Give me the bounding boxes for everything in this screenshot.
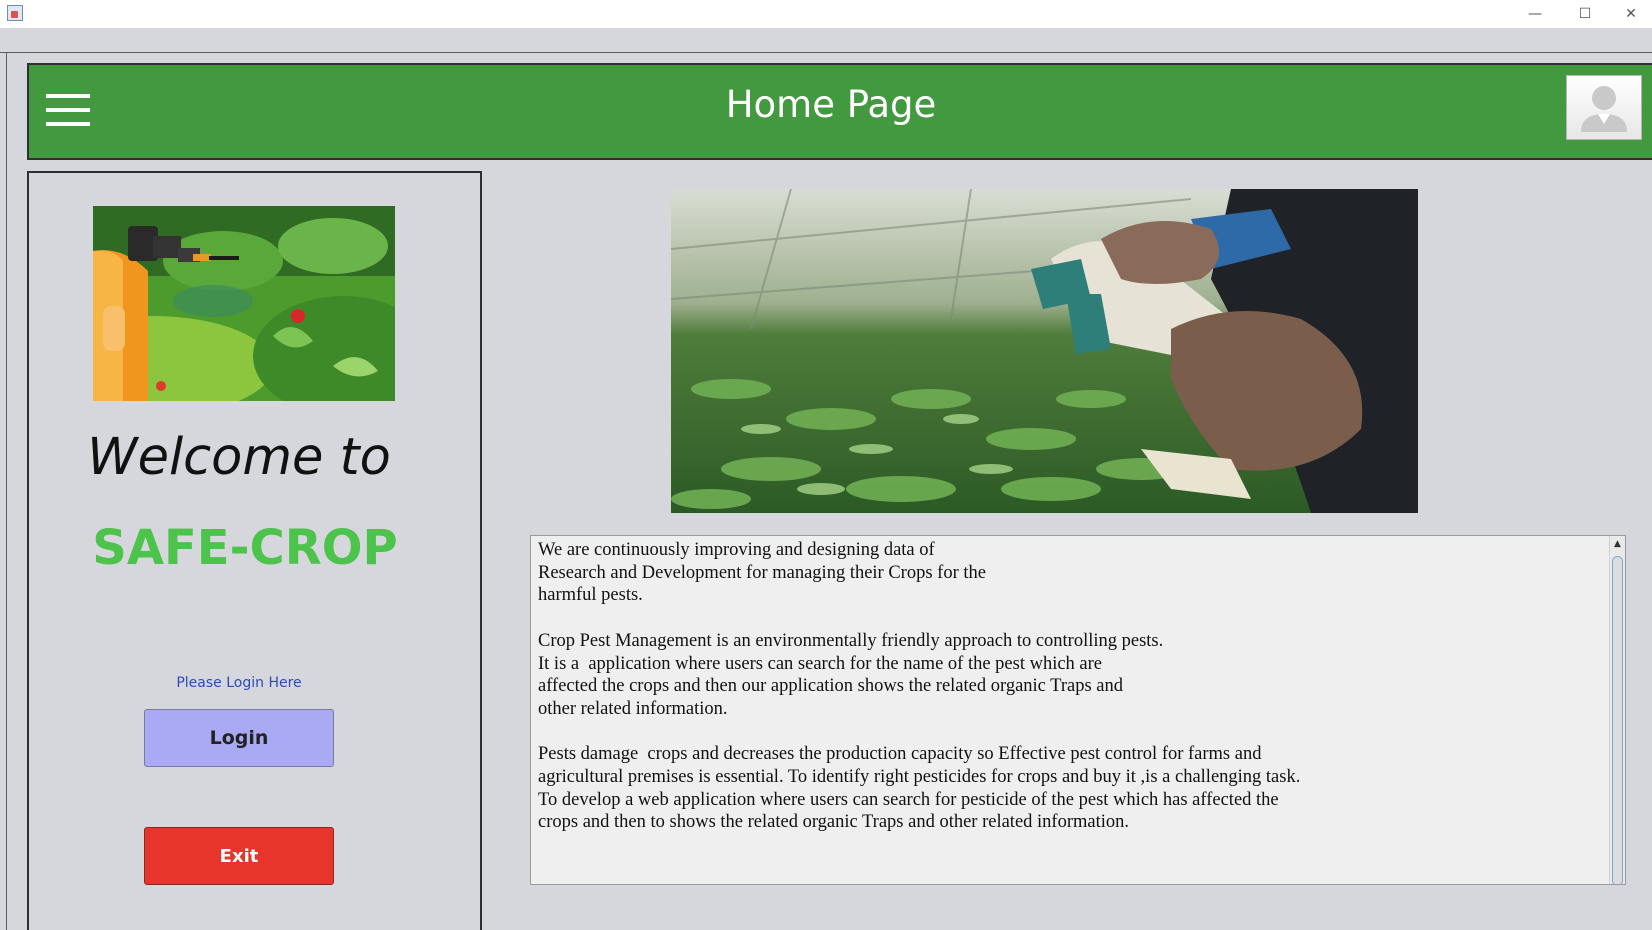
paragraph: We are continuously improving and design… xyxy=(538,539,1598,607)
text-line: agricultural premises is essential. To i… xyxy=(538,767,1301,787)
text-line: harmful pests. xyxy=(538,585,643,606)
hero-image xyxy=(671,189,1418,513)
text-line: It is a application where users can sear… xyxy=(538,653,1103,674)
login-hint-label: Please Login Here xyxy=(176,675,302,691)
user-avatar-icon[interactable] xyxy=(1566,75,1642,140)
description-textarea[interactable]: We are continuously improving and design… xyxy=(530,535,1626,885)
text-line: Research and Development for managing th… xyxy=(538,562,986,583)
welcome-panel: Welcome to SAFE-CROP Please Login Here L… xyxy=(27,171,482,930)
frame-border xyxy=(6,52,7,930)
window-menu-strip xyxy=(0,28,1652,53)
java-app-icon xyxy=(7,5,23,21)
exit-button[interactable]: Exit xyxy=(144,827,334,885)
text-line: To develop a web application where users… xyxy=(538,789,1279,810)
text-line: Crop Pest Management is an environmental… xyxy=(538,630,1164,651)
login-button[interactable]: Login xyxy=(144,709,334,767)
text-line: We are continuously improving and design… xyxy=(538,540,935,560)
text-line: other related information. xyxy=(538,698,728,719)
scrollbar-thumb[interactable] xyxy=(1612,556,1623,884)
description-text: We are continuously improving and design… xyxy=(538,539,1598,857)
close-window-button[interactable]: ✕ xyxy=(1608,0,1652,28)
brand-name: SAFE-CROP xyxy=(92,520,398,576)
window-titlebar: — ☐ ✕ xyxy=(0,0,1652,28)
paragraph: Pests damage crops and decreases the pro… xyxy=(538,743,1598,834)
welcome-heading: Welcome to xyxy=(87,428,391,487)
vertical-scrollbar[interactable]: ▲ xyxy=(1609,536,1625,884)
paragraph: Crop Pest Management is an environmental… xyxy=(538,630,1598,721)
sprayer-image xyxy=(93,206,395,401)
text-line: affected the crops and then our applicat… xyxy=(538,676,1123,697)
page-title: Home Page xyxy=(725,83,937,126)
maximize-button[interactable]: ☐ xyxy=(1562,0,1608,28)
header-bar: Home Page xyxy=(27,63,1652,160)
scroll-up-arrow-icon[interactable]: ▲ xyxy=(1610,536,1625,552)
minimize-button[interactable]: — xyxy=(1512,0,1558,28)
text-line: crops and then to shows the related orga… xyxy=(538,812,1129,833)
text-line: Pests damage crops and decreases the pro… xyxy=(538,744,1262,765)
